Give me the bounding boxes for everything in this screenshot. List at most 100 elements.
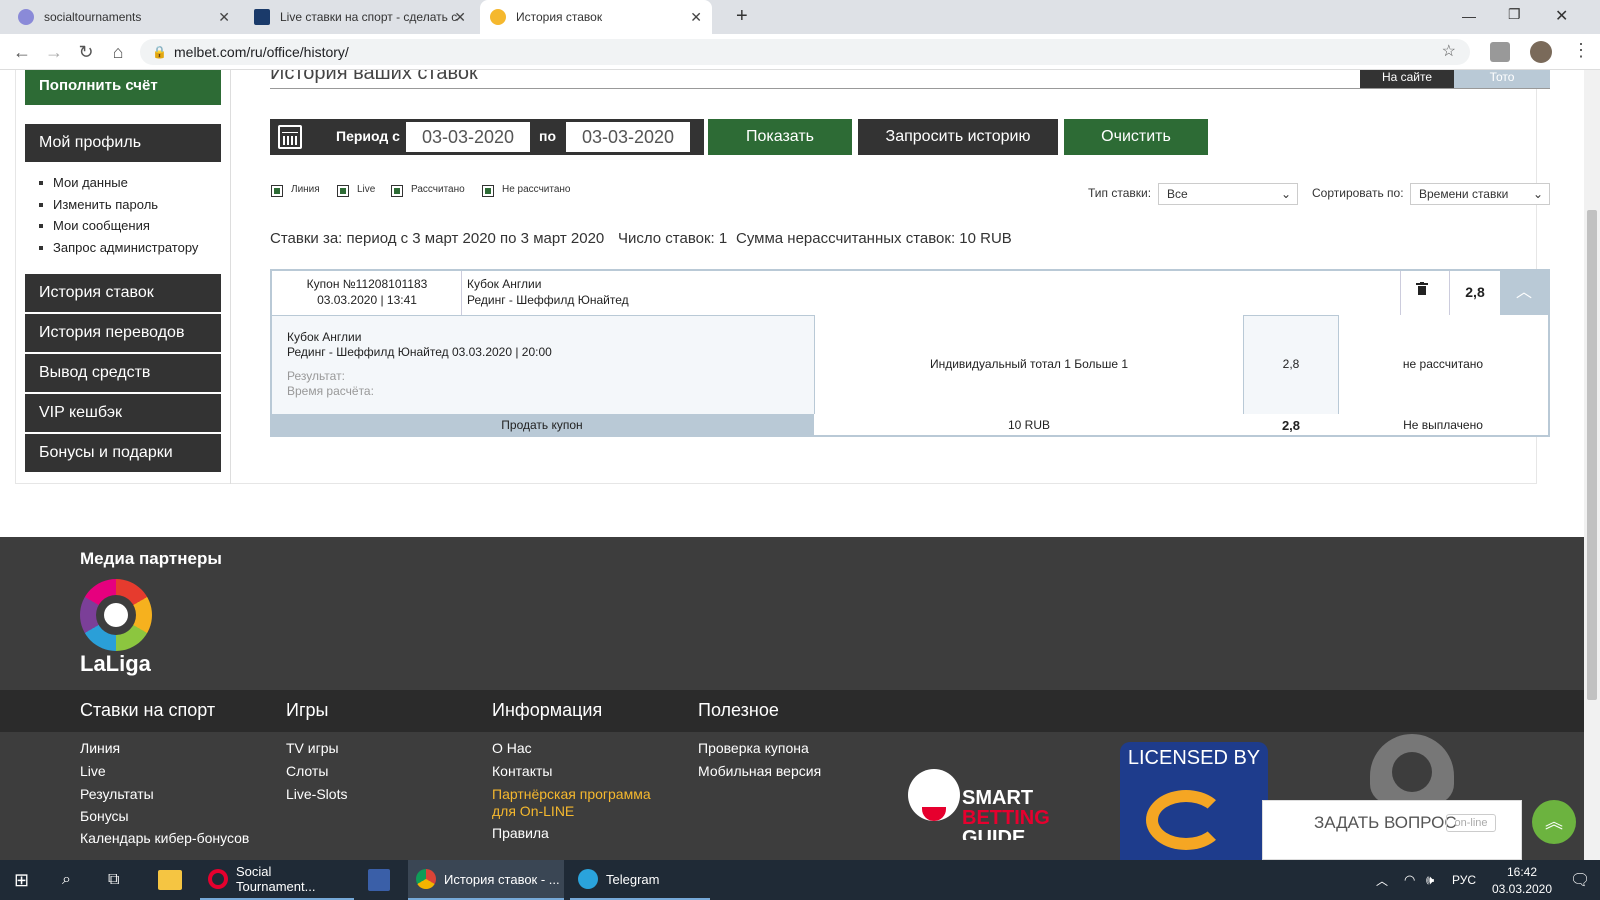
tab-socialtournaments[interactable]: socialtournaments ✕ — [8, 0, 240, 34]
notifications-icon[interactable]: 🗨 — [1570, 860, 1590, 900]
checkbox-live-label: Live — [357, 184, 376, 195]
close-window-icon[interactable]: ✕ — [1555, 6, 1568, 26]
show-button[interactable]: Показать — [708, 119, 852, 155]
language-indicator[interactable]: РУС — [1452, 860, 1476, 900]
search-icon[interactable]: ⌕ — [62, 860, 71, 900]
back-icon[interactable]: ← — [10, 40, 34, 64]
footer-link-affiliate-online[interactable]: для On-LINE — [492, 803, 574, 819]
sidebar-link-my-data[interactable]: Мои данные — [39, 175, 128, 190]
sidebar-item-vip-cashback[interactable]: VIP кешбэк — [25, 394, 221, 432]
tray-chevron-up-icon[interactable]: ︿ — [1376, 860, 1388, 900]
volume-icon[interactable]: 🕪 — [1426, 860, 1434, 900]
checkbox-live[interactable] — [337, 185, 349, 197]
footer-link-contacts[interactable]: Контакты — [492, 763, 552, 779]
smart-betting-guide-logo-icon[interactable] — [908, 769, 960, 821]
footer-link-slots[interactable]: Слоты — [286, 763, 328, 779]
minimize-icon[interactable]: — — [1462, 8, 1476, 24]
file-explorer-icon[interactable] — [158, 870, 182, 890]
footer-heading-sports: Ставки на спорт — [80, 700, 216, 720]
clock-date[interactable]: 03.03.2020 — [1484, 882, 1560, 896]
clock-time[interactable]: 16:42 — [1490, 865, 1554, 879]
expand-chat-icon[interactable]: ︽ — [1532, 800, 1576, 844]
footer-link-check-coupon[interactable]: Проверка купона — [698, 740, 809, 756]
save-app-icon[interactable] — [368, 869, 390, 891]
url-input[interactable]: 🔒 melbet.com/ru/office/history/ ☆ — [140, 39, 1470, 65]
taskbar-app-chrome[interactable]: История ставок - ... — [408, 860, 564, 900]
sidebar-item-withdraw[interactable]: Вывод средств — [25, 354, 221, 392]
date-to-input[interactable]: 03-03-2020 — [566, 122, 690, 152]
close-tab-icon[interactable]: ✕ — [690, 9, 702, 26]
sidebar-item-transfer-history[interactable]: История переводов — [25, 314, 221, 352]
tab-bet-history[interactable]: История ставок ✕ — [480, 0, 712, 34]
avatar[interactable] — [1530, 41, 1552, 63]
sidebar-link-change-password[interactable]: Изменить пароль — [38, 197, 158, 212]
footer-link-bonuses[interactable]: Бонусы — [80, 808, 129, 824]
browser-tab-bar: socialtournaments ✕ Live ставки на спорт… — [0, 0, 1600, 34]
extension-icon[interactable] — [1490, 42, 1510, 62]
chrome-icon — [416, 869, 436, 889]
checkbox-unsettled[interactable] — [482, 185, 494, 197]
summary-period: Ставки за: период с 3 март 2020 по 3 мар… — [270, 230, 605, 247]
close-tab-icon[interactable]: ✕ — [218, 9, 230, 26]
maximize-icon[interactable]: ❐ — [1508, 6, 1521, 23]
menu-dots-icon[interactable]: ⋮ — [1572, 40, 1590, 61]
taskbar-app-opera[interactable]: Social Tournament... — [200, 860, 354, 900]
licensed-by-text: LICENSED BY — [1127, 747, 1261, 769]
checkbox-line[interactable] — [271, 185, 283, 197]
wifi-icon[interactable]: ◠ — [1404, 860, 1415, 900]
footer-link-about[interactable]: О Нас — [492, 740, 532, 756]
reload-icon[interactable]: ↻ — [74, 40, 98, 64]
footer-link-live-slots[interactable]: Live-Slots — [286, 786, 347, 802]
collapse-chevron-up-icon[interactable]: ︿ — [1500, 271, 1548, 315]
deposit-button[interactable]: Пополнить счёт — [25, 70, 221, 105]
sort-select[interactable]: Времени ставки ⌄ — [1410, 183, 1550, 205]
sidebar-item-bonuses[interactable]: Бонусы и подарки — [25, 434, 221, 472]
trash-icon[interactable] — [1416, 282, 1428, 296]
forward-icon[interactable]: → — [42, 40, 66, 64]
tab-toto[interactable]: Тото — [1454, 70, 1550, 88]
checkbox-settled[interactable] — [391, 185, 403, 197]
date-from-input[interactable]: 03-03-2020 — [406, 122, 530, 152]
windows-start-icon[interactable]: ⊞ — [14, 860, 34, 900]
my-profile-header[interactable]: Мой профиль — [25, 124, 221, 162]
coupon-match: Рединг - Шеффилд Юнайтед — [467, 293, 629, 307]
sidebar-item-bet-history[interactable]: История ставок — [25, 274, 221, 312]
footer-link-line[interactable]: Линия — [80, 740, 120, 756]
support-agent-icon[interactable] — [1370, 734, 1454, 804]
ask-question-label: ЗАДАТЬ ВОПРОС — [1314, 813, 1457, 832]
detail-match: Рединг - Шеффилд Юнайтед 03.03.2020 | 20… — [287, 345, 552, 359]
sell-coupon-button[interactable]: Продать купон — [270, 414, 814, 437]
new-tab-icon[interactable]: + — [736, 5, 748, 28]
footer: Медиа партнеры LaLiga Ставки на спорт Иг… — [0, 537, 1584, 860]
footer-link-affiliate[interactable]: Партнёрская программа — [492, 786, 651, 802]
tab-on-site[interactable]: На сайте — [1360, 70, 1454, 88]
windows-taskbar: ⊞ ⌕ ⧉ Social Tournament... История ставо… — [0, 860, 1600, 900]
request-history-button[interactable]: Запросить историю — [858, 119, 1058, 155]
laliga-logo-icon[interactable] — [80, 579, 152, 651]
laliga-wordmark: LaLiga — [80, 651, 151, 676]
chevron-down-icon: ⌄ — [1280, 187, 1291, 201]
footer-link-mobile[interactable]: Мобильная версия — [698, 763, 821, 779]
taskbar-app-telegram[interactable]: Telegram — [570, 860, 710, 900]
sidebar-link-messages[interactable]: Мои сообщения — [39, 218, 150, 233]
footer-link-rules[interactable]: Правила — [492, 825, 549, 841]
bet-type-select[interactable]: Все ⌄ — [1158, 183, 1298, 205]
close-tab-icon[interactable]: ✕ — [454, 9, 466, 26]
history-favicon-icon — [490, 9, 506, 25]
task-view-icon[interactable]: ⧉ — [108, 860, 119, 900]
sidebar-link-admin-request[interactable]: Запрос администратору — [38, 240, 198, 255]
page-title: История ваших ставок — [270, 70, 478, 84]
bookmark-star-icon[interactable]: ☆ — [1442, 39, 1456, 65]
footer-link-results[interactable]: Результаты — [80, 786, 154, 802]
footer-link-tv-games[interactable]: TV игры — [286, 740, 339, 756]
footer-link-cyber-calendar[interactable]: Календарь кибер-бонусов — [80, 830, 249, 846]
tab-live-bets[interactable]: Live ставки на спорт - сделать с ✕ — [244, 0, 476, 34]
scrollbar-thumb[interactable] — [1587, 210, 1597, 700]
calendar-icon[interactable] — [278, 125, 302, 149]
footer-heading-info: Информация — [492, 700, 603, 720]
summary-count: Число ставок: 1 — [618, 230, 728, 247]
home-icon[interactable]: ⌂ — [106, 40, 130, 64]
footer-link-live[interactable]: Live — [80, 763, 106, 779]
footer-heading-useful: Полезное — [698, 700, 779, 720]
clear-button[interactable]: Очистить — [1064, 119, 1208, 155]
